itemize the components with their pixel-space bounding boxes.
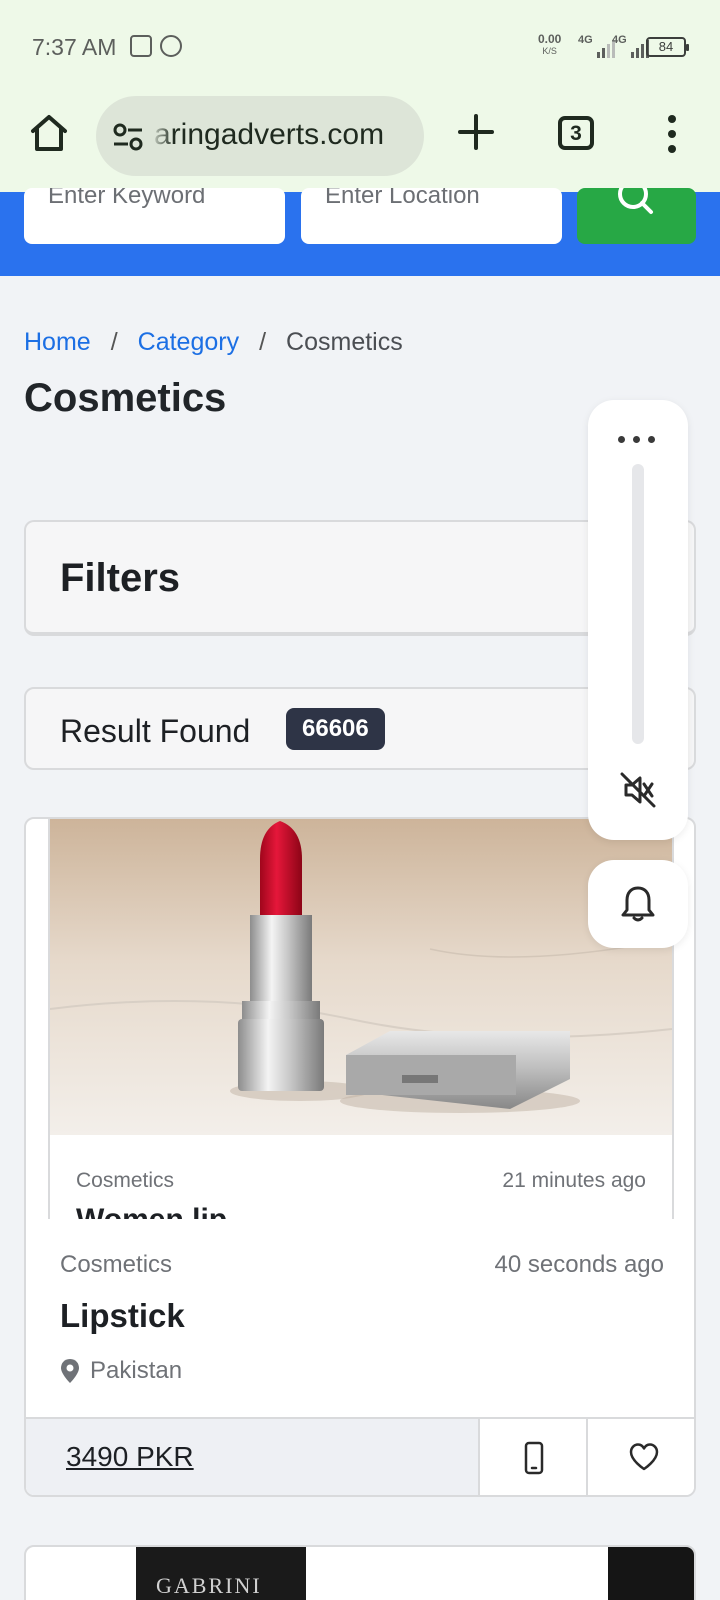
signal-sim1-icon: 4G	[578, 34, 615, 58]
result-label: Result Found	[60, 713, 251, 749]
listing-price[interactable]: 3490 PKR	[66, 1441, 194, 1473]
more-options-icon[interactable]	[618, 436, 655, 443]
sim2-label: 4G	[612, 34, 627, 46]
filters-title: Filters	[60, 556, 181, 600]
tab-switcher-button[interactable]: 3	[558, 116, 594, 150]
listing-card-behind[interactable]: Cosmetics 21 minutes ago Women lip	[48, 819, 674, 1236]
network-speed: 0.00 K/S	[538, 33, 561, 57]
search-icon	[618, 188, 653, 214]
notification-icons	[130, 35, 182, 57]
network-speed-unit: K/S	[542, 46, 557, 56]
location-input[interactable]: Enter Location	[301, 188, 562, 244]
call-button[interactable]	[478, 1419, 586, 1495]
address-bar[interactable]: aringadverts.com	[96, 96, 424, 176]
status-time: 7:37 AM	[32, 34, 117, 60]
breadcrumb-category[interactable]: Category	[138, 328, 239, 357]
whatsapp-icon	[160, 35, 182, 57]
listing-category: Cosmetics	[60, 1251, 173, 1278]
listing-footer: 3490 PKR	[26, 1417, 694, 1495]
ring-mode-button[interactable]	[588, 860, 688, 948]
listing-image[interactable]: GABRINI	[136, 1547, 306, 1600]
listing-card[interactable]: GABRINI	[24, 1545, 696, 1600]
phone-icon	[524, 1441, 544, 1475]
keyword-placeholder: Enter Keyword	[48, 188, 206, 209]
breadcrumb-separator: /	[110, 328, 118, 356]
listing-time: 40 seconds ago	[494, 1251, 664, 1278]
breadcrumb: Home / Category / Cosmetics	[24, 328, 403, 357]
network-speed-value: 0.00	[538, 32, 562, 46]
app-notification-icon	[130, 35, 152, 57]
listing-image-secondary	[608, 1547, 694, 1600]
breadcrumb-current: Cosmetics	[286, 328, 403, 356]
battery-icon: 84	[646, 37, 689, 57]
listing-location-text: Pakistan	[90, 1357, 183, 1384]
status-bar: 7:37 AM 0.00 K/S 4G 4G 84	[0, 0, 720, 92]
result-count-badge: 66606	[286, 708, 385, 750]
volume-slider[interactable]	[632, 464, 644, 744]
volume-panel[interactable]	[588, 400, 688, 840]
favorite-button[interactable]	[586, 1419, 694, 1495]
breadcrumb-home[interactable]: Home	[24, 328, 91, 357]
listing-image[interactable]	[50, 819, 672, 1135]
url-fade	[150, 96, 174, 176]
mute-icon[interactable]	[618, 770, 658, 810]
breadcrumb-separator: /	[259, 328, 267, 356]
url-text: aringadverts.com	[154, 118, 385, 151]
listing-category: Cosmetics	[76, 1169, 175, 1192]
search-button[interactable]	[577, 188, 696, 244]
signal-sim2-icon: 4G	[612, 34, 649, 58]
home-icon[interactable]	[28, 112, 70, 154]
bell-icon	[621, 886, 655, 922]
listing-time: 21 minutes ago	[502, 1169, 646, 1192]
location-pin-icon	[61, 1359, 79, 1383]
location-placeholder: Enter Location	[325, 188, 480, 209]
page-title: Cosmetics	[24, 376, 227, 420]
browser-toolbar: aringadverts.com 3	[0, 92, 720, 192]
site-settings-icon[interactable]	[112, 123, 144, 151]
listing-image-brand-text: GABRINI	[156, 1573, 262, 1598]
keyword-input[interactable]: Enter Keyword	[24, 188, 285, 244]
search-bar: Enter Keyword Enter Location	[0, 188, 720, 276]
heart-icon	[629, 1443, 659, 1471]
browser-menu-icon[interactable]	[666, 114, 678, 154]
listing-title[interactable]: Lipstick	[60, 1297, 185, 1335]
sim1-label: 4G	[578, 34, 593, 46]
listing-location: Pakistan	[60, 1357, 182, 1385]
new-tab-icon[interactable]	[456, 112, 496, 152]
